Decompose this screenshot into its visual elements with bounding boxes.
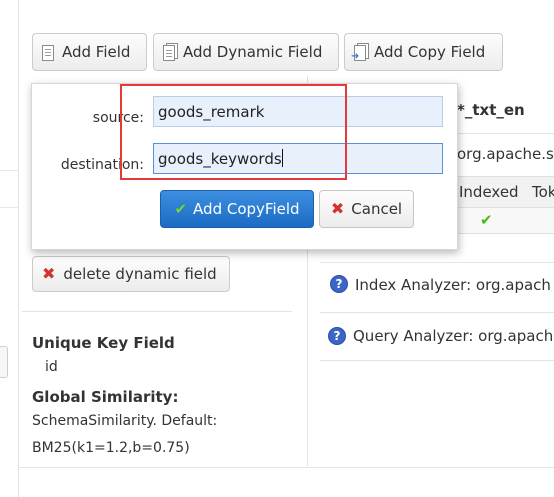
edge-divider <box>0 170 19 171</box>
query-analyzer-text[interactable]: Query Analyzer: org.apach <box>353 327 553 345</box>
indexed-check-icon: ✔ <box>480 211 493 229</box>
add-copy-field-button[interactable]: ➜ Add Copy Field <box>344 33 503 71</box>
text-cursor <box>282 149 283 167</box>
add-dynamic-field-button[interactable]: Add Dynamic Field <box>153 33 339 71</box>
delete-dynamic-field-button[interactable]: ✖ delete dynamic field <box>32 256 230 292</box>
unique-key-title: Unique Key Field <box>32 334 175 352</box>
global-similarity-line2: BM25(k1=1.2,b=0.75) <box>32 440 190 456</box>
edge-control[interactable] <box>0 346 8 378</box>
global-similarity-title: Global Similarity: <box>32 388 179 406</box>
field-name-heading: *_txt_en <box>457 101 525 119</box>
divider <box>320 360 554 361</box>
divider <box>19 467 554 468</box>
column-header-tokenized: Tok <box>532 183 554 201</box>
add-dynamic-field-label: Add Dynamic Field <box>183 43 323 61</box>
add-copy-field-label: Add Copy Field <box>374 43 486 61</box>
divider <box>320 262 554 263</box>
add-copyfield-label: Add CopyField <box>193 200 300 218</box>
delete-icon: ✖ <box>42 264 56 283</box>
document-icon <box>42 43 56 61</box>
edge-divider <box>0 207 19 208</box>
cancel-button[interactable]: ✖ Cancel <box>319 190 414 228</box>
checkmark-icon: ✔ <box>174 200 188 218</box>
column-header-indexed: Indexed <box>459 183 519 201</box>
unique-key-value: id <box>45 359 58 375</box>
global-similarity-line1: SchemaSimilarity. Default: <box>32 413 218 429</box>
help-icon[interactable]: ? <box>330 275 348 293</box>
properties-table-row <box>457 208 554 234</box>
divider <box>457 133 554 134</box>
add-field-button[interactable]: Add Field <box>32 33 147 71</box>
properties-table-header: Indexed Tok <box>457 176 554 208</box>
documents-icon <box>163 43 178 61</box>
index-analyzer-text[interactable]: Index Analyzer: org.apach <box>355 276 551 294</box>
delete-dynamic-field-label: delete dynamic field <box>63 265 217 283</box>
divider <box>22 311 292 312</box>
previous-panel-edge <box>0 0 19 497</box>
cancel-x-icon: ✖ <box>330 199 345 218</box>
add-field-label: Add Field <box>62 43 131 61</box>
add-copyfield-button[interactable]: ✔ Add CopyField <box>160 190 314 228</box>
copy-document-icon: ➜ <box>351 43 369 62</box>
source-input[interactable] <box>153 96 443 127</box>
destination-label: destination: <box>60 157 144 173</box>
destination-input[interactable] <box>153 143 443 174</box>
cancel-label: Cancel <box>351 200 403 218</box>
field-class-name: org.apache.so <box>457 145 554 163</box>
source-label: source: <box>92 110 144 126</box>
divider <box>320 312 554 313</box>
help-icon[interactable]: ? <box>328 327 346 345</box>
